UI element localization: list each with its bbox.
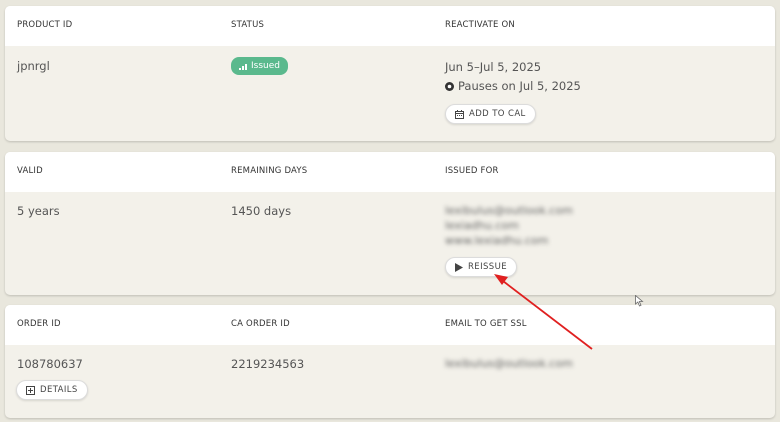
reissue-label: REISSUE <box>468 262 507 272</box>
order-id-header: ORDER ID <box>17 319 61 329</box>
plus-square-icon <box>26 385 35 395</box>
ca-order-id-value: 2219234563 <box>231 357 305 371</box>
remaining-days-value: 1450 days <box>231 204 292 218</box>
order-id-value: 108780637 <box>17 357 83 371</box>
play-icon <box>455 262 463 272</box>
validity-card-header: VALID REMAINING DAYS ISSUED FOR <box>5 152 775 192</box>
issued-for-header: ISSUED FOR <box>445 166 499 176</box>
product-id-header: PRODUCT ID <box>17 20 73 30</box>
add-to-cal-label: ADD TO CAL <box>469 109 526 119</box>
pause-circle-icon <box>445 81 454 91</box>
reissue-button[interactable]: REISSUE <box>445 257 517 277</box>
product-id-value: jpnrgl <box>17 59 50 73</box>
issued-for-item: lexibulus@outlook.com <box>445 204 573 217</box>
mouse-cursor-icon <box>635 295 644 307</box>
reactivate-range: Jun 5–Jul 5, 2025 <box>445 60 542 74</box>
validity-card: VALID REMAINING DAYS ISSUED FOR 5 years … <box>5 152 775 295</box>
order-card: ORDER ID CA ORDER ID EMAIL TO GET SSL 10… <box>5 305 775 418</box>
pauses-text: Pauses on Jul 5, 2025 <box>458 79 581 93</box>
valid-value: 5 years <box>17 204 60 218</box>
status-badge: Issued <box>231 57 288 75</box>
remaining-days-header: REMAINING DAYS <box>231 166 308 176</box>
product-card: PRODUCT ID STATUS REACTIVATE ON jpnrgl I… <box>5 6 775 141</box>
signal-icon <box>239 63 247 70</box>
details-label: DETAILS <box>40 385 78 395</box>
email-header: EMAIL TO GET SSL <box>445 319 527 329</box>
calendar-icon <box>455 109 464 119</box>
reactivate-on-header: REACTIVATE ON <box>445 20 515 30</box>
add-to-cal-button[interactable]: ADD TO CAL <box>445 104 536 124</box>
status-header: STATUS <box>231 20 265 30</box>
ca-order-id-header: CA ORDER ID <box>231 319 290 329</box>
order-card-header: ORDER ID CA ORDER ID EMAIL TO GET SSL <box>5 305 775 345</box>
pauses-line: Pauses on Jul 5, 2025 <box>445 79 581 93</box>
issued-for-item: lexiadhu.com <box>445 219 519 232</box>
details-button[interactable]: DETAILS <box>16 380 88 400</box>
issued-for-item: www.lexiadhu.com <box>445 234 549 247</box>
product-card-header: PRODUCT ID STATUS REACTIVATE ON <box>5 6 775 46</box>
status-badge-label: Issued <box>251 61 280 71</box>
valid-header: VALID <box>17 166 43 176</box>
email-value: lexibulus@outlook.com <box>445 357 573 370</box>
